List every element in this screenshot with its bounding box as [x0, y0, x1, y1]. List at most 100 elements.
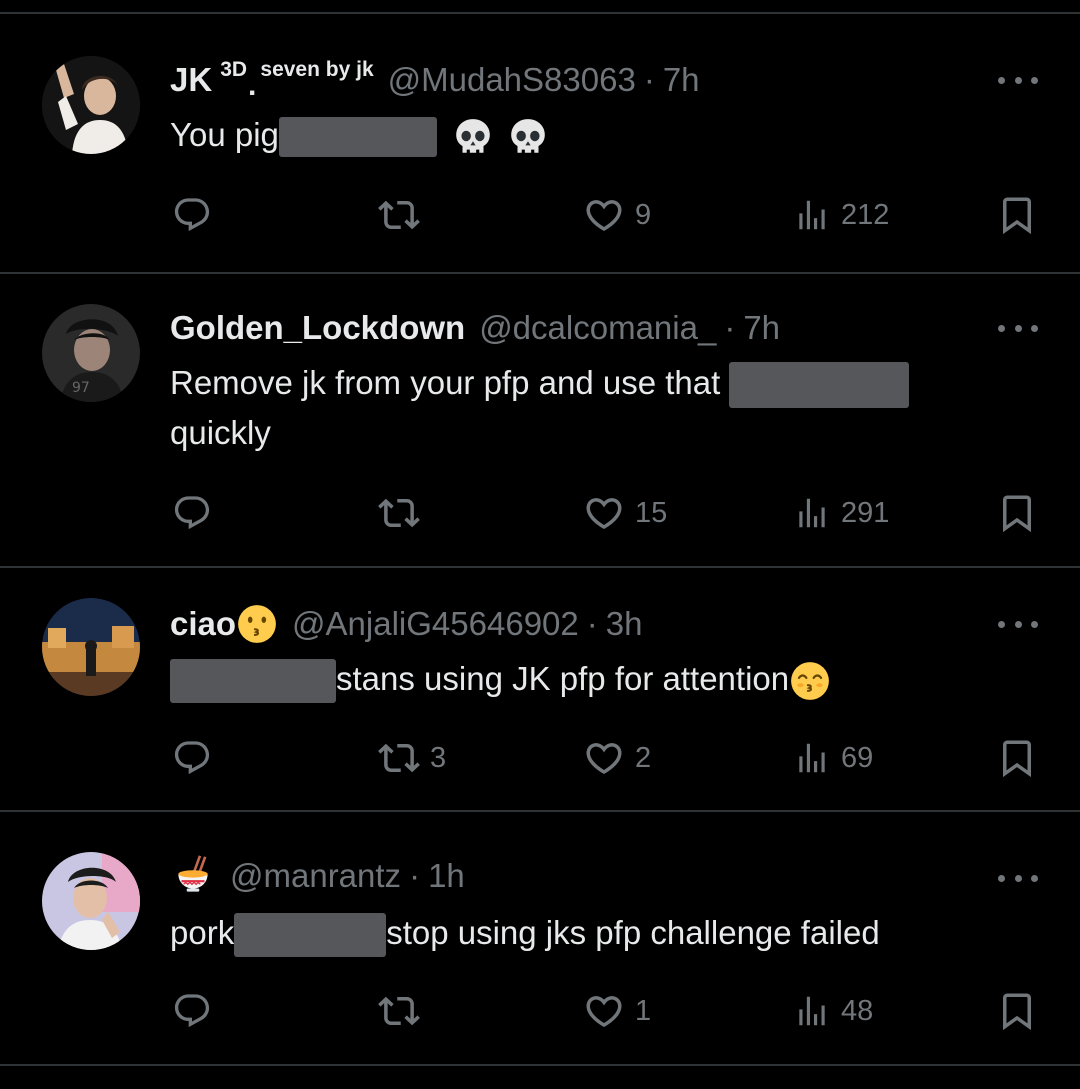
tweet-header: JK 3D . seven by jk @MudahS83063 · 7h [170, 58, 700, 102]
more-dot-icon [1031, 620, 1038, 628]
bookmark-button[interactable] [996, 991, 1038, 1031]
tweet-text-part: You pig [170, 116, 279, 153]
reply-icon [172, 738, 212, 778]
tweet-text: Remove jk from your pfp and use that qui… [170, 358, 1030, 458]
reply-icon [172, 991, 212, 1031]
display-name[interactable]: ciao [170, 605, 236, 643]
avatar[interactable]: 97 [42, 304, 140, 402]
avatar[interactable] [42, 852, 140, 950]
timestamp[interactable]: 7h [663, 61, 700, 99]
bookmark-button[interactable] [996, 195, 1038, 235]
handle[interactable]: @AnjaliG45646902 [292, 605, 579, 643]
redacted-block [729, 362, 910, 409]
tweet-text: stans using JK pfp for attention [170, 654, 1030, 704]
tweet-actions: 15 291 [0, 493, 1080, 533]
views-icon [793, 494, 831, 532]
retweet-button[interactable] [378, 493, 420, 533]
timestamp[interactable]: 1h [428, 857, 465, 895]
avatar[interactable] [42, 56, 140, 154]
views-icon [793, 196, 831, 234]
handle[interactable]: @dcalcomania_ [479, 309, 716, 347]
like-button[interactable]: 1 [583, 991, 651, 1031]
heart-icon [583, 990, 625, 1032]
retweet-button[interactable]: 3 [378, 738, 446, 778]
like-button[interactable]: 9 [583, 195, 651, 235]
more-options-button[interactable] [998, 318, 1038, 338]
more-options-button[interactable] [998, 868, 1038, 888]
display-name[interactable]: Golden_Lockdown [170, 309, 465, 347]
more-dot-icon [998, 76, 1005, 84]
bookmark-button[interactable] [996, 493, 1038, 533]
like-button[interactable]: 15 [583, 493, 667, 533]
view-count: 291 [841, 496, 890, 529]
display-name[interactable]: JK [170, 61, 212, 99]
redacted-block [170, 659, 336, 704]
kissing-smiling-eyes-emoji-icon [789, 660, 831, 702]
more-dot-icon [998, 874, 1005, 882]
retweet-count: 3 [430, 741, 447, 774]
separator-dot: · [724, 309, 736, 346]
separator-dot: · [586, 605, 598, 642]
redacted-block [234, 913, 387, 958]
retweet-icon [378, 990, 420, 1032]
more-dot-icon [1031, 324, 1038, 332]
avatar-night-city-icon [42, 598, 140, 696]
handle[interactable]: @manrantz [230, 857, 401, 895]
more-dot-icon [998, 324, 1005, 332]
views-icon [793, 739, 831, 777]
tweet[interactable]: @manrantz · 1h pork stop using jks pfp ch… [0, 812, 1080, 1064]
reply-icon [172, 493, 212, 533]
more-dot-icon [1014, 620, 1022, 628]
reply-button[interactable] [172, 195, 212, 235]
retweet-icon [378, 194, 420, 236]
views-button[interactable]: 212 [793, 195, 889, 235]
retweet-button[interactable] [378, 991, 420, 1031]
tweet-text: You pig [170, 110, 1030, 160]
like-count: 9 [635, 198, 652, 231]
like-count: 15 [635, 496, 668, 529]
retweet-icon [378, 737, 420, 779]
tweet[interactable]: ciao @AnjaliG45646902 · 3h stans using J… [0, 568, 1080, 810]
more-dot-icon [1014, 874, 1022, 882]
name-badge-seven: seven by jk [260, 58, 374, 81]
like-count: 1 [635, 994, 652, 1027]
more-dot-icon [1031, 874, 1038, 882]
kissing-face-emoji-icon [236, 603, 278, 645]
views-button[interactable]: 69 [793, 738, 873, 778]
like-count: 2 [635, 741, 652, 774]
more-options-button[interactable] [998, 614, 1038, 634]
reply-button[interactable] [172, 738, 212, 778]
retweet-button[interactable] [378, 195, 420, 235]
tweet-actions: 3 2 69 [0, 738, 1080, 778]
tweet-text-part: pork [170, 914, 235, 951]
tweet-text: pork stop using jks pfp challenge failed [170, 908, 1030, 958]
timestamp[interactable]: 3h [606, 605, 643, 643]
redacted-block [278, 117, 437, 158]
views-button[interactable]: 48 [793, 991, 873, 1031]
timestamp[interactable]: 7h [743, 309, 780, 347]
view-count: 69 [841, 741, 874, 774]
tweet-header: ciao @AnjaliG45646902 · 3h [170, 602, 642, 646]
tweet-text-part: stop using jks pfp challenge failed [386, 914, 880, 951]
heart-icon [583, 194, 625, 236]
like-button[interactable]: 2 [583, 738, 651, 778]
more-dot-icon [1031, 76, 1038, 84]
bookmark-button[interactable] [996, 738, 1038, 778]
more-dot-icon [1014, 76, 1022, 84]
avatar-woman-pink-icon [42, 56, 140, 154]
more-dot-icon [998, 620, 1005, 628]
view-count: 48 [841, 994, 874, 1027]
tweet[interactable]: JK 3D . seven by jk @MudahS83063 · 7h Yo… [0, 14, 1080, 272]
avatar[interactable] [42, 598, 140, 696]
tweet[interactable]: 97 Golden_Lockdown @dcalcomania_ · 7h Re… [0, 274, 1080, 566]
reply-button[interactable] [172, 493, 212, 533]
svg-text:97: 97 [72, 380, 90, 396]
divider-bottom [0, 1064, 1080, 1066]
more-options-button[interactable] [998, 70, 1038, 90]
bookmark-icon [996, 990, 1038, 1032]
tweet-actions: 9 212 [0, 195, 1080, 235]
reply-button[interactable] [172, 991, 212, 1031]
views-button[interactable]: 291 [793, 493, 889, 533]
tweet-text-part: Remove jk from your pfp and use that [170, 364, 721, 401]
handle[interactable]: @MudahS83063 [388, 61, 636, 99]
